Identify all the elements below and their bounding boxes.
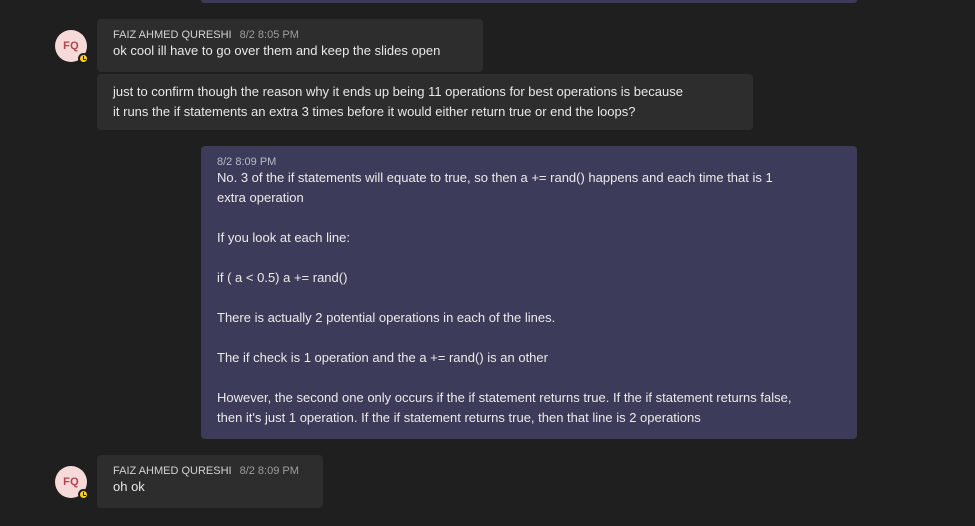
- message-text-line: then it's just 1 operation. If the if st…: [217, 410, 701, 425]
- message-text-line: If you look at each line:: [217, 230, 350, 245]
- message-header: FAIZ AHMED QURESHI 8/2 8:09 PM: [113, 465, 307, 477]
- avatar-initials: FQ: [63, 40, 79, 52]
- message-paragraph: There is actually 2 potential operations…: [217, 308, 841, 328]
- message-text: ok cool ill have to go over them and kee…: [113, 43, 441, 58]
- chat-pane: FQ FAIZ AHMED QURESHI 8/2 8:05 PM ok cool…: [0, 0, 975, 526]
- message-paragraph: However, the second one only occurs if t…: [217, 388, 841, 428]
- message-timestamp: 8/2 8:09 PM: [217, 156, 277, 168]
- message-bubble[interactable]: FAIZ AHMED QURESHI 8/2 8:05 PM ok cool il…: [97, 19, 483, 72]
- message-paragraph: No. 3 of the if statements will equate t…: [217, 168, 841, 208]
- avatar[interactable]: FQ: [55, 30, 89, 64]
- message-text-line: However, the second one only occurs if t…: [217, 390, 792, 405]
- message-header: FAIZ AHMED QURESHI 8/2 8:05 PM: [113, 29, 467, 41]
- away-clock-icon: [78, 53, 89, 64]
- away-clock-icon: [78, 489, 89, 500]
- message-text-line: There is actually 2 potential operations…: [217, 310, 556, 325]
- avatar-initials: FQ: [63, 476, 79, 488]
- message-author: FAIZ AHMED QURESHI: [113, 29, 232, 41]
- message-text-line: if ( a < 0.5) a += rand(): [217, 270, 348, 285]
- message-paragraph: If you look at each line:: [217, 228, 841, 248]
- message-text: just to confirm though the reason why it…: [113, 82, 737, 122]
- message-text-line: it runs the if statements an extra 3 tim…: [113, 104, 636, 119]
- message-text: oh ok: [113, 479, 145, 494]
- message-bubble[interactable]: FAIZ AHMED QURESHI 8/2 8:09 PM oh ok: [97, 455, 323, 508]
- own-message-bubble[interactable]: 8/2 8:09 PM No. 3 of the if statements w…: [201, 146, 857, 439]
- message-text-line: just to confirm though the reason why it…: [113, 84, 683, 99]
- message-text-line: No. 3 of the if statements will equate t…: [217, 170, 773, 185]
- message-bubble[interactable]: just to confirm though the reason why it…: [97, 74, 753, 130]
- message-paragraph: The if check is 1 operation and the a +=…: [217, 348, 841, 368]
- message-header: 8/2 8:09 PM: [217, 156, 841, 168]
- avatar[interactable]: FQ: [55, 466, 89, 500]
- message-text-line: extra operation: [217, 190, 304, 205]
- message-text-line: The if check is 1 operation and the a +=…: [217, 350, 548, 365]
- previous-message-bubble-edge: [201, 0, 857, 3]
- message-author: FAIZ AHMED QURESHI: [113, 465, 232, 477]
- message-timestamp: 8/2 8:09 PM: [239, 465, 299, 477]
- message-timestamp: 8/2 8:05 PM: [239, 29, 299, 41]
- message-paragraph: if ( a < 0.5) a += rand(): [217, 268, 841, 288]
